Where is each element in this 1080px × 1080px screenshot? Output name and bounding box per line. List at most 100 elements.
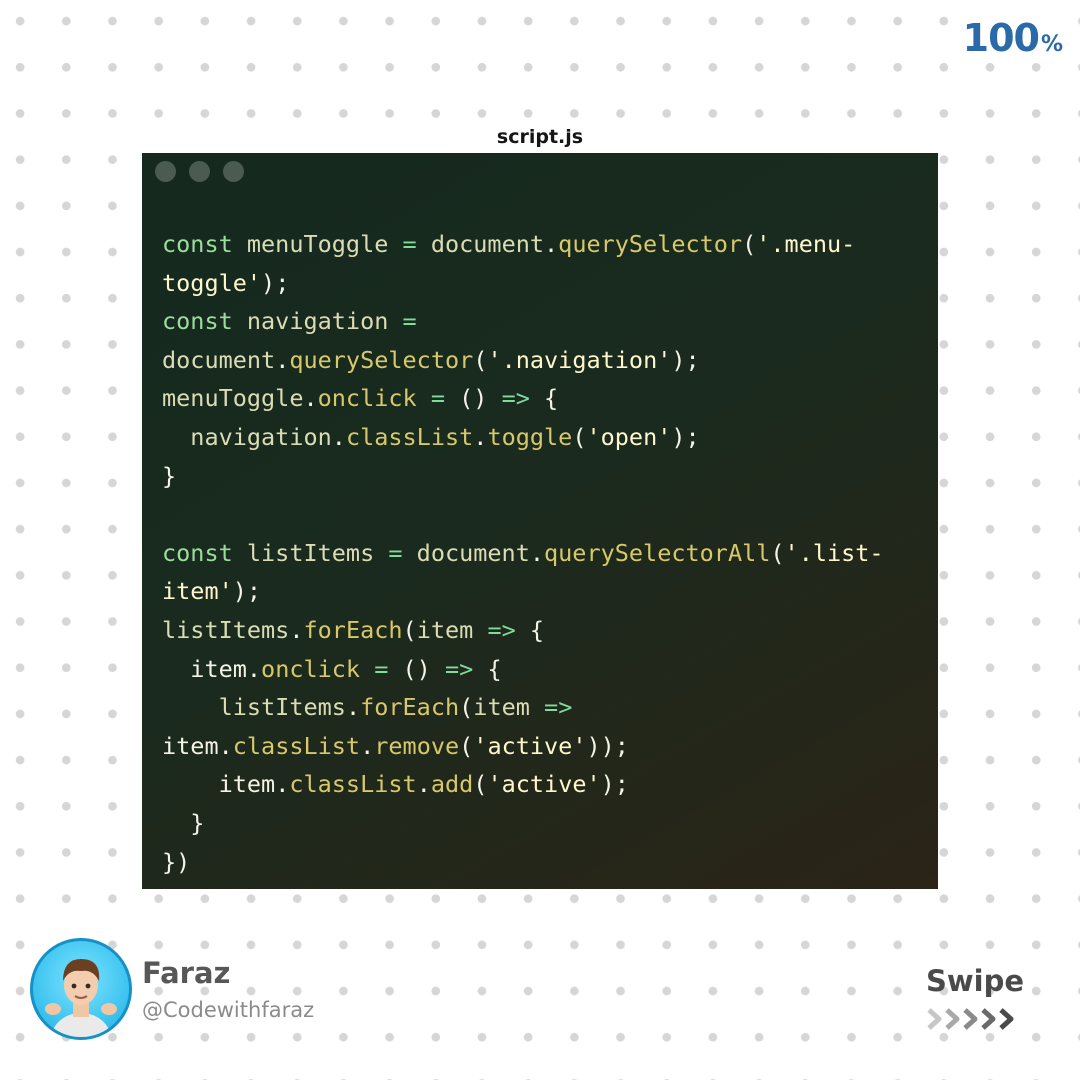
code-token: navigation	[246, 307, 403, 336]
code-line: navigation.classList.toggle('open');	[162, 418, 922, 457]
code-token: onclick	[261, 654, 375, 683]
code-token: .	[416, 770, 431, 799]
code-token: document	[162, 345, 276, 374]
code-token: document	[430, 230, 545, 258]
code-line: toggle');	[162, 264, 922, 303]
progress-indicator: 100%	[958, 14, 1066, 62]
code-token: })	[162, 847, 191, 876]
code-token: .	[218, 731, 233, 760]
code-token: classList	[345, 422, 474, 451]
code-token: =	[388, 538, 417, 567]
code-token: =>	[444, 654, 488, 683]
code-token: classList	[232, 731, 361, 760]
code-token: navigation	[190, 422, 332, 451]
avatar-illustration	[45, 959, 117, 1037]
code-token: querySelector	[558, 230, 743, 258]
avatar	[30, 938, 132, 1040]
code-line: }	[162, 804, 922, 843]
code-block: const menuToggle = document.querySelecto…	[162, 225, 922, 881]
window-dot-minimize	[189, 161, 210, 182]
code-token: listItems	[162, 615, 290, 644]
code-line: listItems.forEach(item => {	[162, 611, 922, 650]
code-token: menuToggle	[162, 384, 304, 413]
window-dot-maximize	[223, 161, 244, 182]
code-token: item	[162, 731, 219, 760]
code-token: .	[289, 615, 304, 644]
code-line: listItems.forEach(item =>	[162, 688, 922, 727]
code-token: menuToggle	[246, 230, 403, 258]
code-token: listItems	[246, 538, 389, 567]
code-token: .	[473, 422, 488, 451]
code-token: '.list-	[784, 538, 884, 567]
code-token: (	[459, 693, 474, 722]
code-token: =>	[487, 615, 530, 644]
code-token: .	[246, 654, 262, 683]
code-token: add	[430, 770, 474, 799]
code-token: 'active'	[487, 770, 601, 799]
code-line: const navigation =	[162, 302, 922, 341]
code-token: const	[162, 538, 247, 567]
window-dot-close	[155, 161, 176, 182]
code-token: item	[190, 654, 247, 683]
code-token: toggle	[487, 422, 573, 451]
code-token: const	[162, 307, 247, 336]
code-token: '.menu-	[756, 230, 856, 258]
code-token: (	[473, 345, 488, 374]
code-token: ()	[402, 654, 445, 683]
code-token: );	[671, 422, 700, 451]
file-name: script.js	[496, 126, 584, 148]
code-token: .	[544, 230, 559, 258]
code-token: onclick	[317, 384, 431, 413]
code-token: {	[544, 384, 559, 413]
progress-value: 100	[962, 16, 1040, 60]
code-token: .	[303, 384, 318, 413]
code-token: }	[162, 461, 177, 490]
code-token: 'active'	[473, 731, 587, 760]
code-line: }	[162, 457, 922, 496]
progress-unit: %	[1040, 32, 1063, 57]
code-token: (	[473, 770, 488, 799]
code-token: ()	[459, 384, 502, 413]
code-line: item.onclick = () => {	[162, 650, 922, 689]
code-token: item	[473, 693, 545, 722]
code-token: }	[162, 808, 205, 837]
code-token: querySelectorAll	[544, 538, 771, 567]
code-token: (	[770, 538, 785, 567]
code-token: '.navigation'	[487, 345, 672, 374]
code-line: item.classList.remove('active'));	[162, 727, 922, 766]
code-token: (	[402, 615, 417, 644]
author-name: Faraz	[142, 956, 231, 990]
code-token: 'open'	[586, 422, 672, 451]
code-token: =>	[501, 384, 545, 413]
code-token: {	[487, 654, 502, 683]
code-token: );	[232, 577, 262, 606]
code-token: const	[162, 230, 247, 258]
code-line: menuToggle.onclick = () => {	[162, 379, 922, 418]
code-line: const listItems = document.querySelector…	[162, 534, 922, 573]
code-token: ));	[586, 731, 629, 760]
code-token: listItems	[218, 693, 346, 722]
code-token: (	[572, 422, 587, 451]
code-line: const menuToggle = document.querySelecto…	[162, 225, 922, 264]
code-token: querySelector	[289, 345, 474, 374]
code-line: document.querySelector('.navigation');	[162, 341, 922, 380]
code-token: =	[430, 384, 460, 413]
code-line: item');	[162, 572, 922, 611]
swipe-cta[interactable]: Swipe	[926, 964, 1024, 1032]
window-controls	[155, 161, 244, 182]
code-token: {	[529, 615, 545, 644]
code-token: =	[402, 230, 431, 258]
code-token: item	[218, 770, 276, 799]
code-token: .	[275, 770, 290, 799]
code-line: })	[162, 843, 922, 882]
code-token: item	[416, 615, 488, 644]
code-token: .	[275, 345, 290, 374]
code-line: item.classList.add('active');	[162, 765, 922, 804]
code-token: );	[261, 268, 290, 297]
code-token: item'	[162, 577, 233, 606]
